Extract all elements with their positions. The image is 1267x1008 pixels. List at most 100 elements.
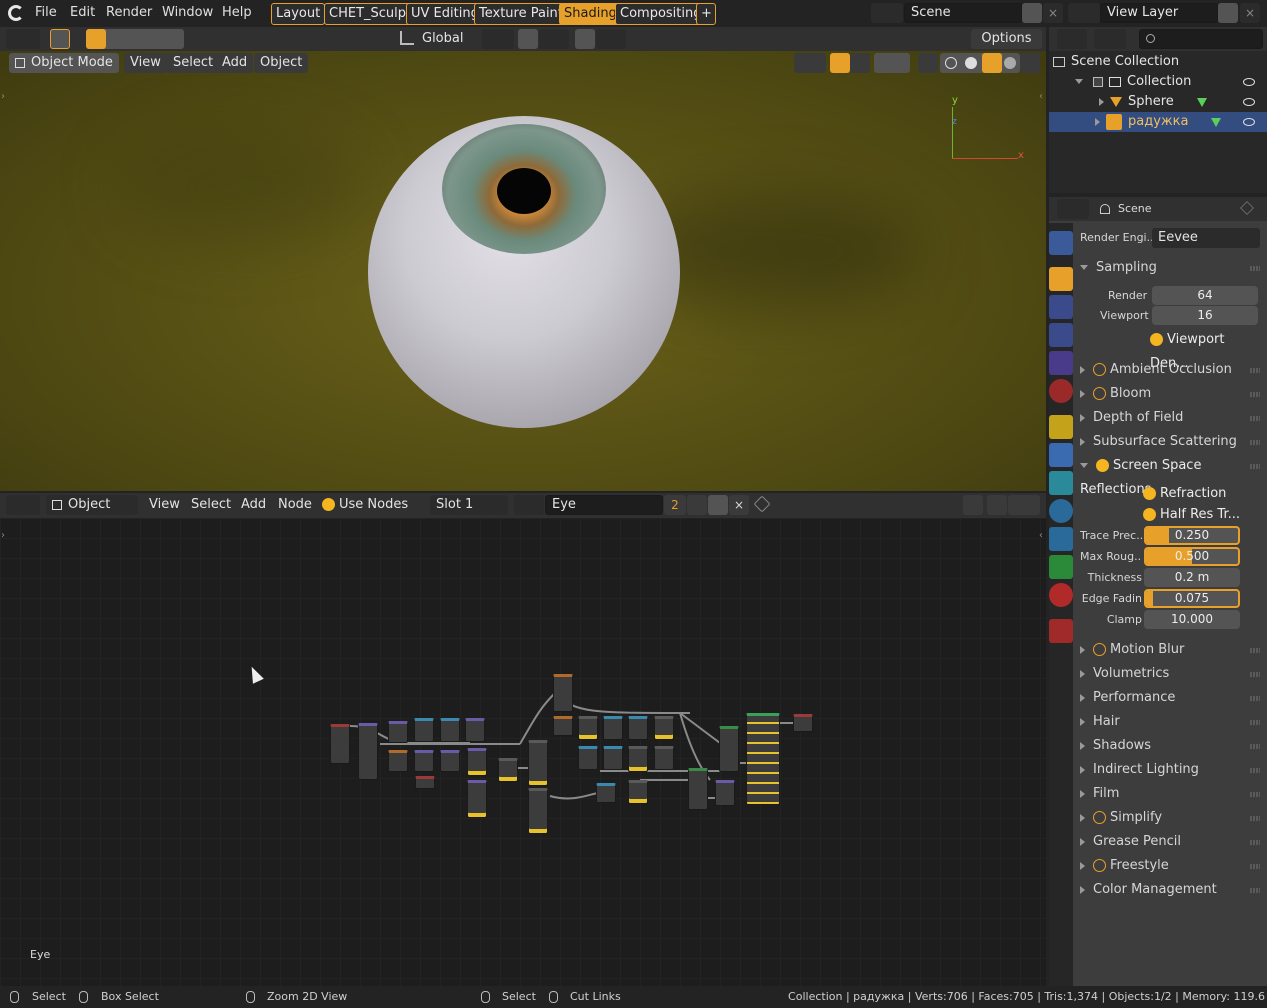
display-mode-icon[interactable] (1094, 29, 1126, 49)
ssr-field[interactable]: 0.500 (1144, 547, 1240, 566)
node[interactable] (415, 776, 435, 789)
panel-volumetrics[interactable]: Volumetrics (1080, 662, 1266, 686)
scene-new-icon[interactable] (1022, 3, 1042, 23)
checkbox-icon[interactable] (1093, 387, 1106, 400)
menu-render[interactable]: Render (101, 4, 157, 22)
menu-edit[interactable]: Edit (65, 4, 100, 22)
right-region-toggle[interactable]: ‹ (1039, 530, 1043, 541)
node[interactable] (603, 746, 623, 770)
gizmo-dropdown-icon[interactable] (850, 53, 870, 73)
node-menu-view[interactable]: View (143, 495, 186, 515)
transform-orientation-select[interactable]: Global (416, 29, 476, 49)
view-layer-name-field[interactable]: View Layer (1100, 3, 1218, 23)
sampling-panel-header[interactable]: Sampling (1080, 256, 1266, 280)
select-new-icon[interactable] (86, 29, 106, 49)
checkbox-icon[interactable] (1093, 643, 1106, 656)
add-workspace-button[interactable]: + (696, 3, 716, 25)
tab-compositing[interactable]: Compositing (615, 3, 707, 25)
ssr-field[interactable]: 10.000 (1144, 610, 1240, 629)
node-editor-type-icon[interactable] (6, 495, 40, 515)
node[interactable] (578, 746, 598, 770)
drag-grip-icon[interactable] (1250, 266, 1260, 271)
use-nodes-toggle[interactable]: Use Nodes (316, 495, 414, 515)
eye-icon[interactable] (1243, 78, 1255, 86)
panel-screen-space-reflections[interactable]: Screen Space Reflections (1080, 454, 1266, 497)
node[interactable] (528, 740, 548, 786)
principled-bsdf-node[interactable] (746, 713, 780, 805)
ssr-field[interactable]: 0.2 m (1144, 568, 1240, 587)
drag-grip-icon[interactable] (1250, 768, 1260, 773)
output-tab-icon[interactable] (1049, 295, 1073, 319)
outliner-item-sphere[interactable]: Sphere (1049, 92, 1267, 112)
tab-shading[interactable]: Shading (559, 3, 622, 25)
scene-name-field[interactable]: Scene (904, 3, 1022, 23)
panel-shadows[interactable]: Shadows (1080, 734, 1266, 758)
panel-motion-blur[interactable]: Motion Blur (1080, 638, 1266, 662)
drag-grip-icon[interactable] (1250, 392, 1260, 397)
node[interactable] (358, 723, 378, 780)
pivot-point-icon[interactable] (482, 29, 514, 49)
selection-mode-group[interactable] (86, 29, 184, 49)
shading-options-icon[interactable] (1020, 53, 1040, 73)
fake-user-icon[interactable] (687, 495, 707, 515)
render-tab-icon[interactable] (1049, 267, 1073, 291)
panel-bloom[interactable]: Bloom (1080, 382, 1266, 406)
node[interactable] (414, 718, 434, 742)
panel-grease-pencil[interactable]: Grease Pencil (1080, 830, 1266, 854)
panel-color-management[interactable]: Color Management (1080, 878, 1266, 902)
node[interactable] (688, 768, 708, 810)
panel-freestyle[interactable]: Freestyle (1080, 854, 1266, 878)
node[interactable] (715, 780, 735, 806)
material-output-node[interactable] (793, 714, 813, 732)
node[interactable] (628, 780, 648, 804)
outliner-editor-type-icon[interactable] (1057, 29, 1087, 49)
rendered-shading-icon[interactable] (1004, 57, 1016, 69)
slot-select[interactable]: Slot 1 (430, 495, 508, 515)
drag-grip-icon[interactable] (1250, 464, 1260, 469)
outliner-scene-collection[interactable]: Scene Collection (1049, 52, 1267, 72)
eye-icon[interactable] (1243, 118, 1255, 126)
left-region-toggle[interactable]: › (1, 91, 5, 102)
drag-grip-icon[interactable] (1250, 792, 1260, 797)
node[interactable] (465, 718, 485, 742)
menu-file[interactable]: File (30, 4, 62, 22)
view-layer-browse-icon[interactable] (1068, 3, 1100, 23)
material-new-icon[interactable] (708, 495, 728, 515)
constraints-tab-icon[interactable] (1049, 527, 1073, 551)
material-browse-icon[interactable] (514, 495, 544, 515)
drag-grip-icon[interactable] (1250, 840, 1260, 845)
material-preview-shading-icon[interactable] (982, 53, 1002, 73)
world-tab-icon[interactable] (1049, 379, 1073, 403)
node[interactable] (628, 716, 648, 740)
tab-uv-editing[interactable]: UV Editing (406, 3, 484, 25)
axis-gizmo[interactable]: y z x (950, 95, 1025, 161)
drag-grip-icon[interactable] (1250, 672, 1260, 677)
blender-logo-icon[interactable] (8, 5, 24, 21)
gizmo-toggle-icon[interactable] (830, 53, 850, 73)
checkbox-icon[interactable] (1093, 811, 1106, 824)
expand-icon[interactable] (1095, 117, 1100, 126)
tab-texture-paint[interactable]: Texture Paint (474, 3, 568, 25)
falloff-icon[interactable] (596, 29, 626, 49)
shading-mode-group[interactable] (940, 53, 1020, 73)
viewport-3d[interactable]: Object Mode View Select Add Object y z x… (0, 51, 1046, 491)
options-button[interactable]: Options (971, 29, 1042, 49)
select-tool-icon[interactable] (50, 29, 70, 49)
node[interactable] (596, 783, 616, 803)
viewport-menu-object[interactable]: Object (254, 53, 309, 73)
drag-grip-icon[interactable] (1250, 696, 1260, 701)
texture-tab-icon[interactable] (1049, 619, 1073, 643)
panel-ambient-occlusion[interactable]: Ambient Occlusion (1080, 358, 1266, 382)
outliner-item-raduzhka[interactable]: радужка (1049, 112, 1267, 132)
node[interactable] (603, 716, 623, 740)
drag-grip-icon[interactable] (1250, 720, 1260, 725)
menu-help[interactable]: Help (217, 4, 257, 22)
material-tab-icon[interactable] (1049, 583, 1073, 607)
material-user-count[interactable]: 2 (664, 495, 686, 515)
node-canvas[interactable]: Eye › ‹ (0, 518, 1046, 986)
node[interactable] (388, 750, 408, 772)
node[interactable] (388, 721, 408, 743)
drag-grip-icon[interactable] (1250, 440, 1260, 445)
expand-icon[interactable] (1075, 79, 1083, 84)
properties-editor-type-icon[interactable] (1057, 199, 1089, 219)
